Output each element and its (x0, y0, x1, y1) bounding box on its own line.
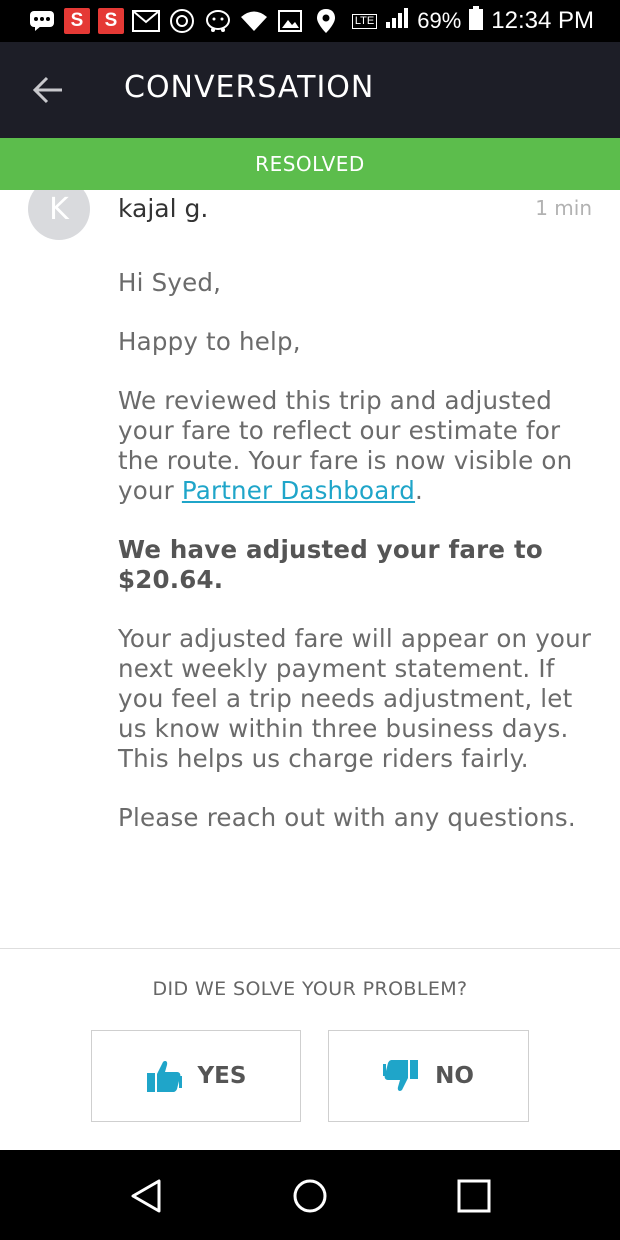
circle-home-icon (293, 1179, 327, 1213)
nav-recents-button[interactable] (454, 1176, 494, 1216)
resolved-banner: RESOLVED (0, 138, 620, 190)
yes-button[interactable]: YES (91, 1030, 301, 1122)
avatar: K (28, 190, 90, 240)
nav-back-button[interactable] (126, 1176, 166, 1216)
app-s-icon-2: S (98, 8, 124, 34)
triangle-back-icon (131, 1179, 161, 1213)
payment-paragraph: Your adjusted fare will appear on your n… (118, 624, 592, 773)
thumbs-down-icon (383, 1060, 419, 1091)
review-paragraph: We reviewed this trip and adjusted your … (118, 386, 598, 506)
back-button[interactable] (28, 72, 68, 108)
no-button[interactable]: NO (328, 1030, 529, 1122)
battery-icon (469, 6, 484, 36)
review-period: . (415, 476, 424, 505)
greeting: Hi Syed, (118, 268, 222, 297)
camera-shutter-icon (168, 8, 196, 34)
page-title: CONVERSATION (124, 70, 375, 105)
gallery-icon (276, 8, 304, 34)
wifi-icon (240, 8, 268, 34)
battery-percent: 69% (417, 8, 462, 33)
nav-home-button[interactable] (290, 1176, 330, 1216)
partner-dashboard-link[interactable]: Partner Dashboard (182, 476, 415, 505)
chat-bubble-icon (28, 8, 56, 34)
clock: 12:34 PM (491, 7, 594, 34)
closing-line: Please reach out with any questions. (118, 803, 576, 832)
happy-to-help: Happy to help, (118, 327, 301, 356)
signal-icon (385, 7, 409, 35)
message-card: K kajal g. 1 min Hi Syed, Happy to help,… (0, 190, 620, 948)
app-toolbar: CONVERSATION (0, 42, 620, 138)
divider (0, 948, 620, 949)
system-nav-bar (0, 1150, 620, 1240)
back-arrow-icon (32, 76, 62, 104)
status-bar: S S LTE 69% 12:34 PM (0, 0, 620, 42)
app-s-icon: S (64, 8, 90, 34)
no-label: NO (435, 1063, 474, 1089)
yes-label: YES (197, 1063, 247, 1089)
feedback-question: DID WE SOLVE YOUR PROBLEM? (152, 978, 468, 1000)
sender-name: kajal g. (118, 194, 209, 223)
adjusted-fare: We have adjusted your fare to $20.64. (118, 535, 543, 594)
thumbs-up-icon (146, 1061, 182, 1092)
notification-icons: S S (28, 6, 340, 36)
gmail-icon (132, 8, 160, 34)
lte-icon: LTE (351, 13, 378, 29)
status-right: LTE 69% 12:34 PM (351, 4, 594, 38)
message-time: 1 min (535, 196, 592, 220)
message-body: Hi Syed, Happy to help, We reviewed this… (118, 268, 598, 862)
square-recents-icon (457, 1179, 491, 1213)
waze-icon (204, 8, 232, 34)
location-icon (312, 8, 340, 34)
